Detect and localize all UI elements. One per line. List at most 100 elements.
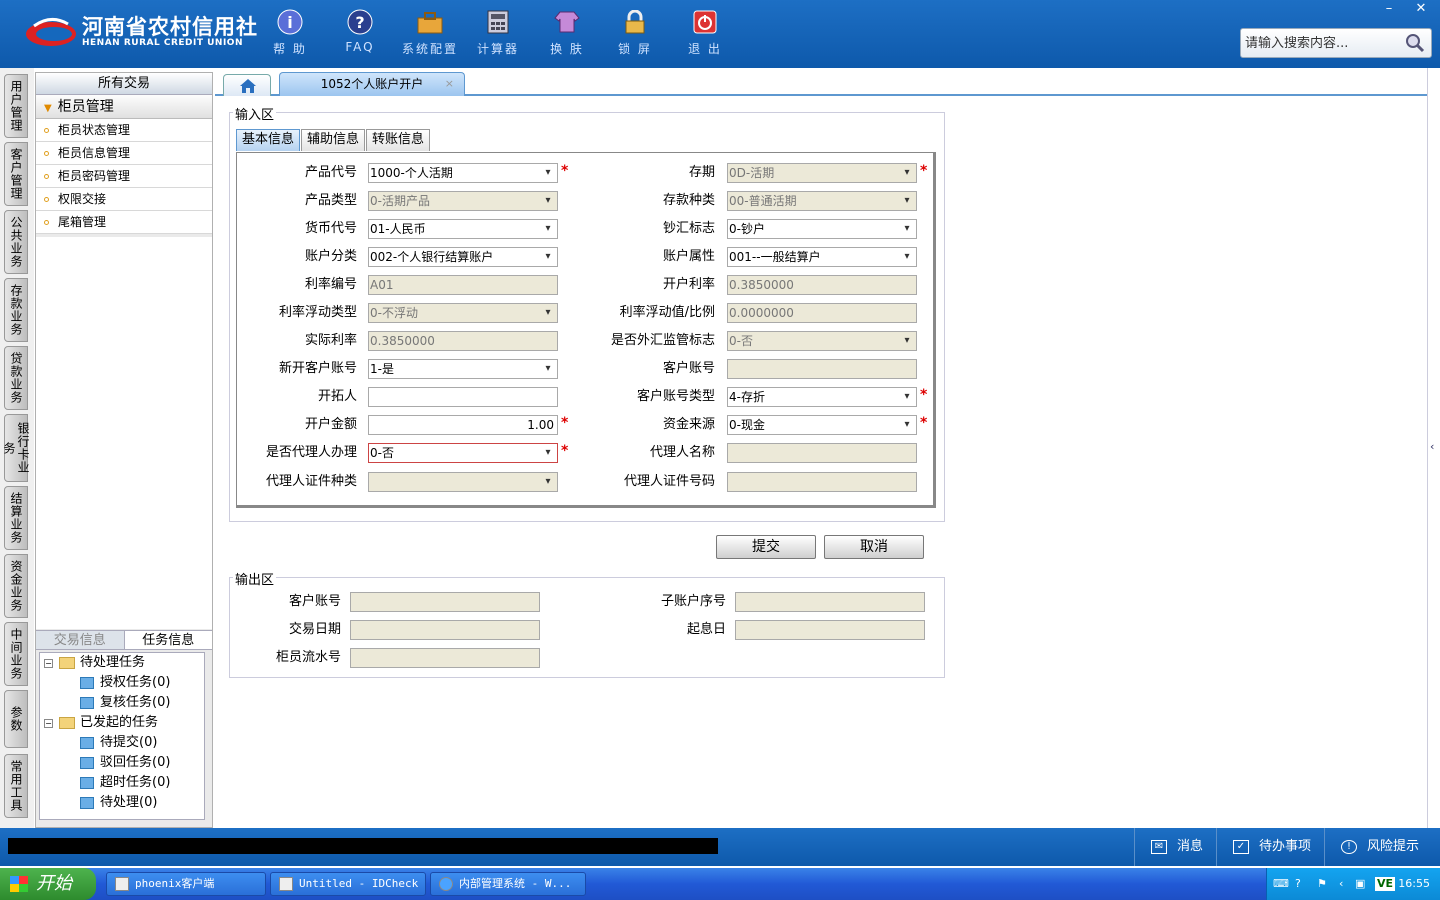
collapse-icon[interactable]: −	[44, 718, 53, 728]
folder-icon	[59, 657, 75, 669]
input-developer[interactable]	[368, 387, 558, 407]
vtab-public-business[interactable]: 公共业务	[4, 210, 28, 274]
select-new-customer-account[interactable]: 1-是	[368, 359, 558, 379]
help-button[interactable]: i 帮 助	[258, 8, 322, 57]
vtab-parameters[interactable]: 参数	[4, 690, 28, 748]
windows-flag-icon	[10, 876, 28, 892]
label-account-attribute: 账户属性	[662, 249, 715, 264]
cancel-button[interactable]: 取消	[824, 535, 924, 559]
subtab-transfer-info[interactable]: 转账信息	[366, 129, 431, 151]
vtab-customer-management[interactable]: 客户管理	[4, 142, 28, 206]
select-agent-handling[interactable]: 0-否	[368, 443, 558, 463]
required-mark: *	[920, 415, 928, 431]
exit-button[interactable]: 退 出	[673, 8, 737, 57]
calculator-button[interactable]: 计算器	[466, 8, 530, 57]
select-product-type[interactable]: 0-活期产品	[368, 191, 558, 211]
vtab-bank-card-business[interactable]: 银行卡业务	[2, 414, 30, 482]
vtab-common-tools[interactable]: 常用工具	[4, 754, 28, 818]
task-phoenix-client[interactable]: phoenix客户端	[106, 872, 266, 896]
subtab-basic-info[interactable]: 基本信息	[236, 129, 301, 151]
task-internal-system[interactable]: 内部管理系统 - W...	[430, 872, 586, 896]
tree-leaf-review[interactable]: 复核任务(0)	[80, 693, 170, 713]
vtab-intermediary-business[interactable]: 中间业务	[4, 622, 28, 686]
vtab-user-management[interactable]: 用户管理	[4, 74, 28, 138]
help-tray-icon[interactable]: ?	[1295, 868, 1301, 900]
change-skin-button[interactable]: 换 肤	[535, 8, 599, 57]
risk-alert-button[interactable]: ! 风险提示	[1324, 828, 1440, 866]
tree-leaf-timeout[interactable]: 超时任务(0)	[80, 773, 170, 793]
network-icon[interactable]: ▣	[1355, 868, 1365, 900]
select-cash-remit-flag[interactable]: 0-钞户	[727, 219, 917, 239]
info-icon: i	[276, 8, 304, 36]
tree-leaf-to-process[interactable]: 待处理(0)	[80, 793, 157, 813]
task-folder-icon	[80, 697, 94, 709]
todo-button[interactable]: ✓ 待办事项	[1216, 828, 1322, 866]
tree-leaf-to-submit[interactable]: 待提交(0)	[80, 733, 157, 753]
tree-leaf-authorization[interactable]: 授权任务(0)	[80, 673, 170, 693]
faq-button[interactable]: ? FAQ	[328, 8, 392, 54]
close-window-button[interactable]: ✕	[1406, 0, 1436, 18]
menu-item-cash-box[interactable]: 尾箱管理	[36, 211, 212, 234]
clock: 16:55	[1398, 877, 1430, 890]
brand-name-cn: 河南省农村信用社	[82, 15, 258, 39]
chevron-left-icon[interactable]: ‹	[1339, 868, 1343, 900]
tree-node-pending[interactable]: − 待处理任务	[44, 653, 145, 673]
home-tab[interactable]	[223, 74, 271, 96]
question-icon: ?	[346, 8, 374, 36]
search-icon[interactable]	[1405, 33, 1425, 57]
task-idcheck[interactable]: Untitled - IDCheck	[270, 872, 426, 896]
vtab-deposit-business[interactable]: 存款业务	[4, 278, 28, 342]
label-currency-code: 货币代号	[304, 221, 357, 236]
bullet-icon	[44, 151, 49, 156]
flag-tray-icon[interactable]: ⚑	[1317, 868, 1327, 900]
task-folder-icon	[80, 797, 94, 809]
menu-item-teller-status[interactable]: 柜员状态管理	[36, 119, 212, 142]
menu-item-teller-info[interactable]: 柜员信息管理	[36, 142, 212, 165]
tree-node-initiated[interactable]: − 已发起的任务	[44, 713, 158, 733]
group-teller-management[interactable]: ▼ 柜员管理	[36, 95, 212, 119]
select-deposit-kind[interactable]: 00-普通活期	[727, 191, 917, 211]
tab-task-info[interactable]: 任务信息	[123, 631, 212, 649]
select-fx-supervision-flag[interactable]: 0-否	[727, 331, 917, 351]
select-currency-code[interactable]: 01-人民币	[368, 219, 558, 239]
mail-icon: ✉	[1151, 840, 1167, 854]
vtab-loan-business[interactable]: 贷款业务	[4, 346, 28, 410]
tree-leaf-rejected[interactable]: 驳回任务(0)	[80, 753, 170, 773]
label-opening-rate: 开户利率	[662, 277, 715, 292]
chevron-left-icon[interactable]: ‹	[1430, 440, 1434, 453]
tab-personal-account-opening[interactable]: 1052个人账户开户 ×	[279, 72, 465, 96]
select-fund-source[interactable]: 0-现金	[727, 415, 917, 435]
search-input[interactable]	[1241, 35, 1401, 51]
start-button[interactable]: 开始	[0, 868, 96, 900]
input-opening-amount[interactable]: 1.00	[368, 415, 558, 435]
menu-item-teller-password[interactable]: 柜员密码管理	[36, 165, 212, 188]
label-rate-float-value: 利率浮动值/比例	[619, 305, 715, 320]
tab-transaction-info[interactable]: 交易信息	[36, 631, 124, 649]
field-opening-rate: 0.3850000	[727, 275, 917, 295]
field-actual-rate: 0.3850000	[368, 331, 558, 351]
toolbox-icon	[416, 8, 444, 36]
lock-screen-button[interactable]: 锁 屏	[603, 8, 667, 57]
system-config-button[interactable]: 系统配置	[398, 8, 462, 57]
select-account-class[interactable]: 002-个人银行结算账户	[368, 247, 558, 267]
tray-app-label[interactable]: VE	[1375, 877, 1396, 891]
select-customer-account-type[interactable]: 4-存折	[727, 387, 917, 407]
label-account-class: 账户分类	[304, 249, 357, 264]
menu-item-permission-handover[interactable]: 权限交接	[36, 188, 212, 211]
keyboard-icon[interactable]: ⌨	[1273, 868, 1289, 900]
subtab-aux-info[interactable]: 辅助信息	[301, 129, 366, 151]
vtab-settlement-business[interactable]: 结算业务	[4, 486, 28, 550]
select-deposit-term[interactable]: 0D-活期	[727, 163, 917, 183]
select-product-code[interactable]: 1000-个人活期	[368, 163, 558, 183]
vtab-fund-business[interactable]: 资金业务	[4, 554, 28, 618]
collapse-icon[interactable]: −	[44, 658, 53, 668]
panel-header: 所有交易	[36, 73, 212, 95]
close-tab-icon[interactable]: ×	[445, 73, 454, 95]
lock-icon	[621, 8, 649, 36]
submit-button[interactable]: 提交	[716, 535, 816, 559]
select-rate-float-type[interactable]: 0-不浮动	[368, 303, 558, 323]
minimize-button[interactable]: –	[1374, 0, 1404, 18]
select-account-attribute[interactable]: 001--一般结算户	[727, 247, 917, 267]
select-agent-id-type[interactable]	[368, 472, 558, 492]
messages-button[interactable]: ✉ 消息	[1134, 828, 1214, 866]
